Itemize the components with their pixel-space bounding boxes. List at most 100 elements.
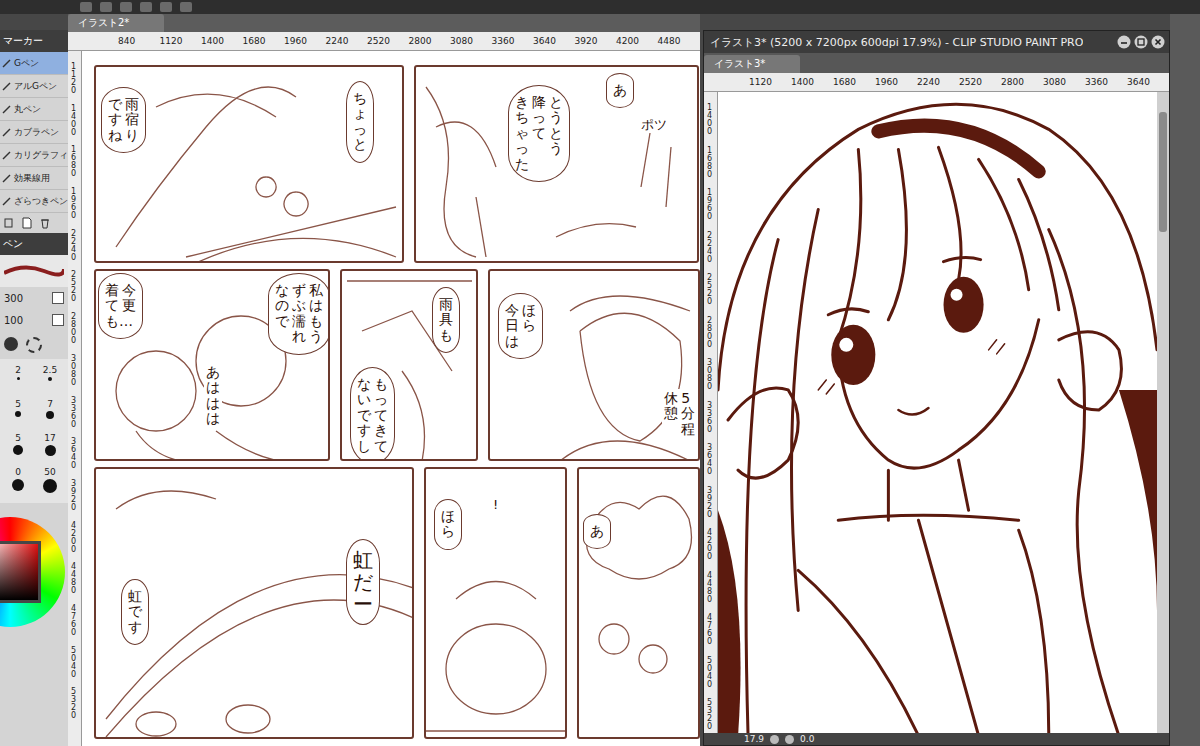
zoom-out-button[interactable] [770,735,779,744]
clip-studio-window: マーカーGペンアルGペン丸ペンカブラペンカリグラフィ効果線用ざらつきペンペン 30… [0,0,1200,746]
close-icon[interactable] [1151,35,1165,49]
speech-bubble: ほら今日は [498,293,543,359]
sound-effect: ポツ [638,117,670,133]
pen-icon [2,173,12,183]
speech-bubble: 私はもうずぶ濡れなので [268,273,330,355]
brush-shape[interactable] [4,337,18,351]
command-button[interactable] [160,2,172,12]
speech-bubble: 今更着ても… [98,273,143,339]
vertical-scrollbar[interactable] [1157,92,1169,733]
speech-bubble: 虹だー [346,539,380,625]
speech-bubble: とうとう降ってきちゃった [508,85,570,182]
illustration-window: イラスト3* (5200 x 7200px 600dpi 17.9%) - CL… [703,30,1170,746]
panel-row: 虹です 虹だー ほら! あ [94,467,700,739]
minimize-icon[interactable] [1117,35,1131,49]
brush-item[interactable]: カブラペン [0,121,68,144]
brush-item[interactable]: カリグラフィ [0,144,68,167]
pen-icon [2,196,12,206]
new-icon[interactable] [21,217,33,229]
command-button[interactable] [80,2,92,12]
pen-icon [2,81,12,91]
brush-tool-panel: マーカーGペンアルGペン丸ペンカブラペンカリグラフィ効果線用ざらつきペンペン 30… [0,30,68,746]
property-toggle[interactable] [52,292,64,304]
panel-row: 雨宿りですね ちょっと あ とうとう降ってきちゃった ポツ [94,65,700,263]
brush-item[interactable]: 丸ペン [0,98,68,121]
copy-icon[interactable] [3,217,15,229]
brush-size[interactable]: 2 [2,365,34,395]
color-square[interactable] [0,541,41,603]
rotation-value[interactable]: 0.0 [800,734,814,744]
sound-effect: あははは [204,363,222,429]
speech-bubble: 雨具も [432,287,460,353]
brush-item[interactable]: アルGペン [0,75,68,98]
zoom-in-button[interactable] [785,735,794,744]
brush-size[interactable]: 5 [2,399,34,429]
pen-icon [2,58,12,68]
speech-bubble: あ [583,514,611,549]
brush-size[interactable]: 0 [2,467,34,497]
color-wheel[interactable] [0,517,65,627]
sketch-lines [579,469,698,737]
brush-size-palette: 22.557517050 [0,359,68,503]
pen-icon [2,150,12,160]
pen-icon [2,104,12,114]
comic-panel[interactable]: ほら! [424,467,567,739]
tab-bar: イラスト2* [68,14,700,32]
zoom-value[interactable]: 17.9 [744,734,764,744]
document-window: イラスト2*8401120140016801960224025202800308… [68,14,700,746]
property-row[interactable]: 300 [0,287,68,309]
comic-panel[interactable]: 雨具ももってきてないですし [340,269,478,461]
brush-size[interactable]: 5 [2,433,34,463]
property-row[interactable]: 100 [0,309,68,331]
comic-panel[interactable]: ほら今日は 5分程休憩 [488,269,700,461]
title-bar: イラスト3* (5200 x 7200px 600dpi 17.9%) - CL… [704,31,1169,53]
status-bar: 17.9 0.0 [704,733,1169,745]
comic-panel[interactable]: 雨宿りですね ちょっと [94,65,404,263]
command-bar [0,0,1200,14]
command-button[interactable] [100,2,112,12]
brush-size[interactable]: 50 [34,467,66,497]
brush-item[interactable]: Gペン [0,52,68,75]
brush-size[interactable]: 7 [34,399,66,429]
girl-illustration [718,92,1157,733]
command-button[interactable] [180,2,192,12]
brush-shape-row [0,331,68,359]
brush-size[interactable]: 2.5 [34,365,66,395]
scroll-area [1170,14,1200,746]
speech-bubble: ちょっと [346,81,374,163]
pen-icon [2,127,12,137]
maximize-icon[interactable] [1134,35,1148,49]
brush-item[interactable]: ざらつきペン [0,190,68,213]
panel-row: 今更着ても…私はもうずぶ濡れなのであははは雨具ももってきてないですしほら今日は5… [94,269,700,461]
sub-tool-header: マーカー [0,30,68,52]
document-tab[interactable]: イラスト3* [704,55,800,73]
command-button[interactable] [120,2,132,12]
sound-effect: 5分程休憩 [662,389,697,439]
manga-page[interactable]: 雨宿りですねちょっとあとうとう降ってきちゃったポツ今更着ても…私はもうずぶ濡れな… [82,51,700,746]
speech-bubble: もってきてないですし [350,367,395,461]
speech-bubble: 雨宿りですね [101,87,146,153]
vertical-ruler: 1120140016801960224025202800308033603640… [68,51,82,746]
brush-shape[interactable] [26,337,42,353]
property-toggle[interactable] [52,314,64,326]
illustration-canvas[interactable] [718,92,1157,733]
brush-item[interactable]: 効果線用 [0,167,68,190]
command-button[interactable] [140,2,152,12]
comic-panel[interactable]: あ とうとう降ってきちゃった ポツ [414,65,699,263]
brush-size[interactable]: 17 [34,433,66,463]
speech-bubble: ほら [434,499,462,550]
speech-bubble: あ [606,73,634,108]
tool-property-header: ペン [0,233,68,255]
comic-panel[interactable]: 虹です 虹だー [94,467,414,739]
stroke-icon [4,259,64,283]
horizontal-ruler: 1120140016801960224025202800308033603640 [704,73,1169,92]
horizontal-ruler: 8401120140016801960224025202800308033603… [68,32,700,51]
document-tab[interactable]: イラスト2* [68,14,164,32]
speech-bubble: 虹です [121,579,149,645]
comic-panel[interactable]: 今更着ても… 私はもうずぶ濡れなのであははは [94,269,330,461]
trash-icon[interactable] [39,217,51,229]
comic-panel[interactable]: あ [577,467,700,739]
sub-tool-actions [0,213,68,233]
stroke-preview [0,255,68,287]
vertical-ruler: 1400168019602240252028003080336036403920… [704,92,718,733]
